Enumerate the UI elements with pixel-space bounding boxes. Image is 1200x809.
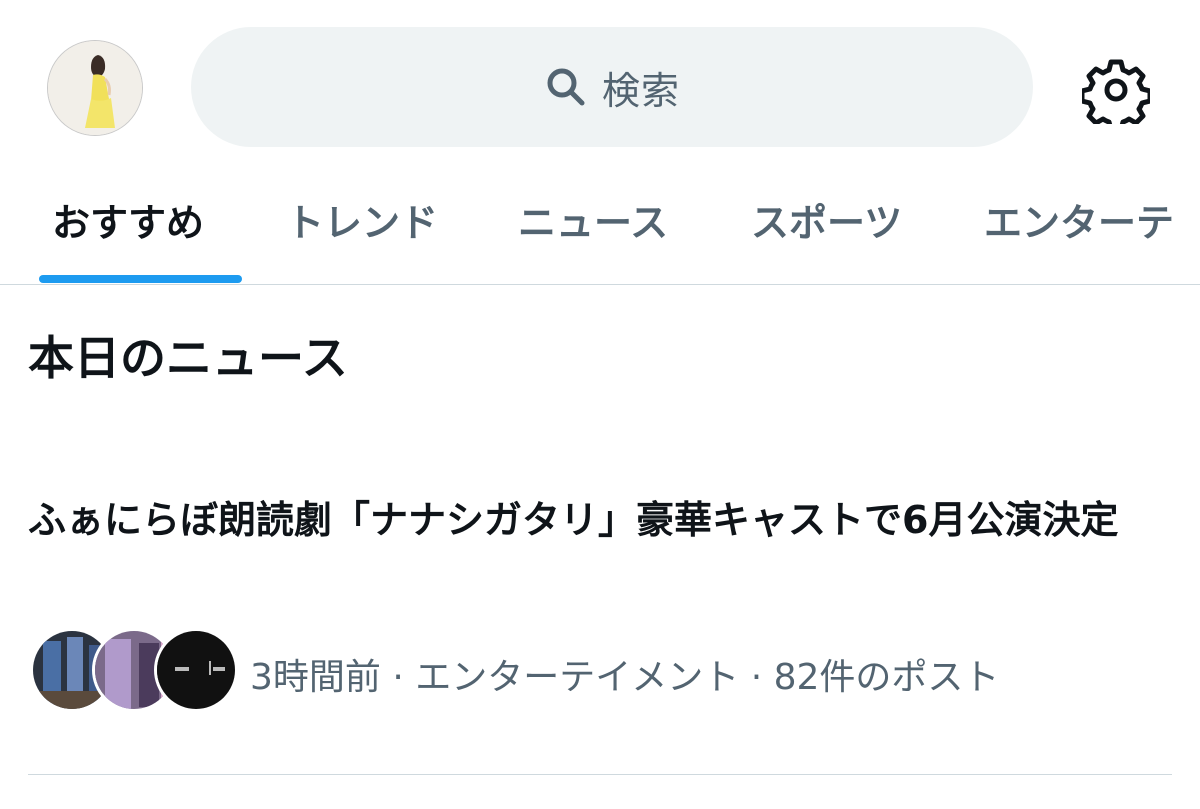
tab-sports[interactable]: スポーツ xyxy=(751,192,902,247)
news-thumbnail xyxy=(154,628,238,712)
explore-tabs: おすすめ トレンド ニュース スポーツ エンターテ xyxy=(0,170,1200,285)
meta-separator: · xyxy=(739,657,774,698)
section-title: 本日のニュース xyxy=(28,331,348,385)
search-icon xyxy=(547,68,585,106)
news-headline[interactable]: ふぁにらぼ朗読劇「ナナシガタリ」豪華キャストで6月公演決定 xyxy=(28,492,1178,548)
search-bar[interactable]: 検索 xyxy=(191,27,1033,147)
meta-separator: · xyxy=(380,657,416,698)
news-meta-text: 3時間前 · エンターテイメント · 82件のポスト xyxy=(250,648,999,700)
gear-icon[interactable] xyxy=(1082,56,1150,124)
tab-recommended[interactable]: おすすめ xyxy=(52,192,204,247)
active-tab-indicator xyxy=(39,275,242,283)
tab-trending[interactable]: トレンド xyxy=(286,192,438,247)
news-post-count: 82件のポスト xyxy=(773,657,1000,698)
divider xyxy=(28,774,1172,775)
news-category: エンターテイメント xyxy=(415,657,740,698)
news-meta[interactable]: 3時間前 · エンターテイメント · 82件のポスト xyxy=(30,628,1170,712)
tab-news[interactable]: ニュース xyxy=(518,192,668,247)
profile-avatar[interactable] xyxy=(47,40,143,136)
search-placeholder: 検索 xyxy=(601,68,680,113)
news-time: 3時間前 xyxy=(250,657,381,698)
top-bar: 検索 xyxy=(0,0,1200,170)
tab-entertainment[interactable]: エンターテ xyxy=(984,192,1174,247)
avatar-image xyxy=(48,41,142,135)
